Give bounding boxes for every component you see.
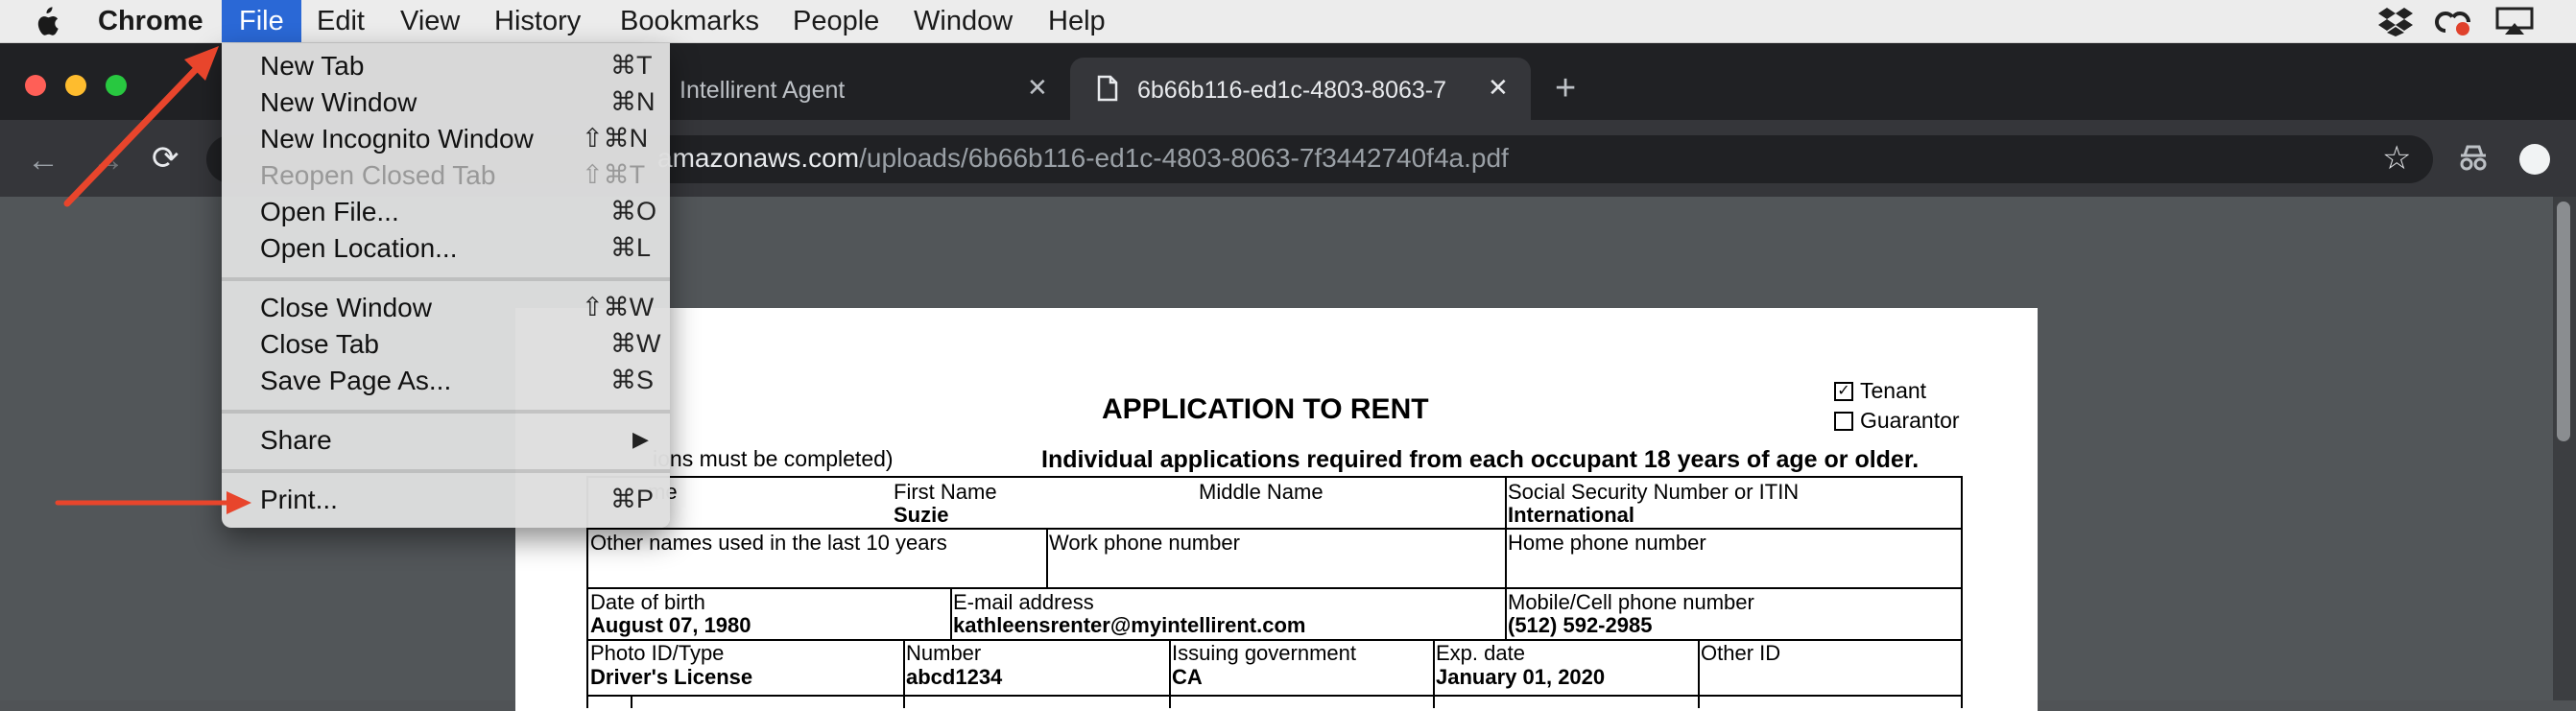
arrow-to-file-menu-icon (63, 46, 219, 207)
arrow-to-print-icon (55, 491, 251, 514)
annotation-arrows (55, 46, 251, 514)
